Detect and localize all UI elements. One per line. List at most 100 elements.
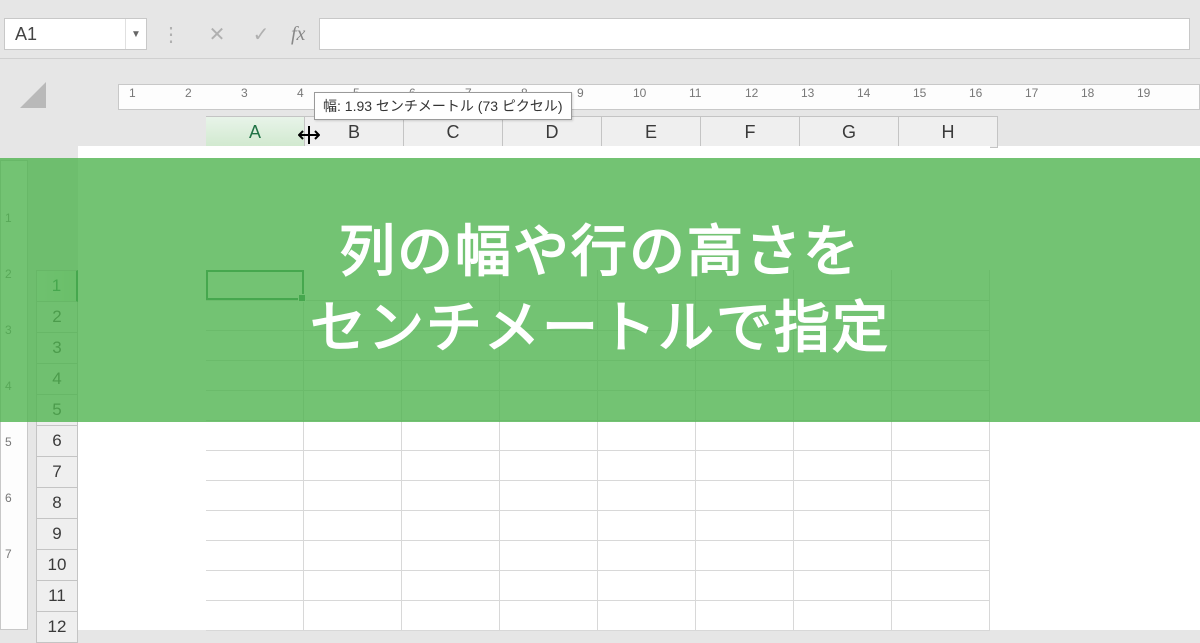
horizontal-ruler[interactable]: 12345678910111213141516171819	[118, 84, 1200, 110]
overlay-line-1: 列の幅や行の高さを	[339, 214, 861, 290]
cell[interactable]	[696, 510, 794, 541]
cell[interactable]	[206, 540, 304, 571]
cell[interactable]	[598, 450, 696, 481]
cell[interactable]	[598, 600, 696, 631]
cell[interactable]	[892, 510, 990, 541]
cell[interactable]	[794, 570, 892, 601]
cell[interactable]	[304, 510, 402, 541]
cell[interactable]	[206, 600, 304, 631]
column-header-e[interactable]: E	[602, 116, 701, 148]
cancel-icon[interactable]: ✕	[205, 22, 229, 47]
cell[interactable]	[304, 540, 402, 571]
cell[interactable]	[500, 600, 598, 631]
cell[interactable]	[598, 480, 696, 511]
cell[interactable]	[304, 420, 402, 451]
cell[interactable]	[206, 480, 304, 511]
cell[interactable]	[206, 510, 304, 541]
cell[interactable]	[304, 480, 402, 511]
column-header-a[interactable]: A	[206, 116, 305, 149]
ruler-tick: 13	[801, 86, 814, 100]
cell[interactable]	[598, 570, 696, 601]
cell[interactable]	[696, 570, 794, 601]
overlay-line-2: センチメートルで指定	[310, 290, 890, 366]
cell[interactable]	[794, 420, 892, 451]
cell[interactable]	[402, 600, 500, 631]
column-header-h[interactable]: H	[899, 116, 998, 148]
column-header-d[interactable]: D	[503, 116, 602, 148]
cell[interactable]	[500, 450, 598, 481]
cell[interactable]	[696, 600, 794, 631]
ruler-tick: 1	[129, 86, 136, 100]
cell[interactable]	[892, 540, 990, 571]
ruler-tick: 15	[913, 86, 926, 100]
column-headers: ABCDEFGH	[206, 116, 998, 146]
ruler-tick: 19	[1137, 86, 1150, 100]
select-all-triangle[interactable]	[20, 82, 46, 108]
row-header-7[interactable]: 7	[36, 457, 78, 488]
column-header-c[interactable]: C	[404, 116, 503, 148]
cell[interactable]	[206, 450, 304, 481]
cell[interactable]	[500, 570, 598, 601]
cell[interactable]	[500, 540, 598, 571]
cell[interactable]	[598, 420, 696, 451]
cell[interactable]	[598, 540, 696, 571]
ruler-tick: 18	[1081, 86, 1094, 100]
cell[interactable]	[892, 570, 990, 601]
grid-row	[206, 510, 990, 540]
row-header-6[interactable]: 6	[36, 426, 78, 457]
cell[interactable]	[696, 420, 794, 451]
cell[interactable]	[304, 450, 402, 481]
ruler-tick: 6	[5, 491, 12, 505]
column-header-g[interactable]: G	[800, 116, 899, 148]
cell[interactable]	[892, 600, 990, 631]
cell[interactable]	[892, 480, 990, 511]
ruler-tick: 12	[745, 86, 758, 100]
cell[interactable]	[794, 540, 892, 571]
cell[interactable]	[402, 570, 500, 601]
ruler-tick: 16	[969, 86, 982, 100]
cell[interactable]	[794, 600, 892, 631]
cell[interactable]	[402, 420, 500, 451]
cell[interactable]	[794, 480, 892, 511]
cell[interactable]	[402, 540, 500, 571]
cell[interactable]	[892, 450, 990, 481]
cell[interactable]	[696, 540, 794, 571]
cell[interactable]	[500, 420, 598, 451]
name-box-dropdown[interactable]: ▼	[125, 19, 146, 49]
column-header-f[interactable]: F	[701, 116, 800, 148]
cell[interactable]	[402, 480, 500, 511]
cell[interactable]	[794, 450, 892, 481]
cell[interactable]	[304, 600, 402, 631]
column-header-b[interactable]: B	[305, 116, 404, 148]
cell[interactable]	[696, 480, 794, 511]
cell[interactable]	[402, 450, 500, 481]
cell[interactable]	[206, 570, 304, 601]
cell[interactable]	[206, 420, 304, 451]
fx-icon[interactable]: fx	[291, 23, 305, 46]
ruler-tick: 5	[5, 435, 12, 449]
row-header-8[interactable]: 8	[36, 488, 78, 519]
cell[interactable]	[892, 420, 990, 451]
row-header-11[interactable]: 11	[36, 581, 78, 612]
cell[interactable]	[500, 510, 598, 541]
row-header-10[interactable]: 10	[36, 550, 78, 581]
cell[interactable]	[402, 510, 500, 541]
row-header-12[interactable]: 12	[36, 612, 78, 643]
enter-icon[interactable]: ✓	[249, 22, 273, 47]
title-overlay: 列の幅や行の高さを センチメートルで指定	[0, 158, 1200, 422]
ruler-tick: 10	[633, 86, 646, 100]
grid-row	[206, 600, 990, 630]
cell[interactable]	[794, 510, 892, 541]
ruler-tick: 14	[857, 86, 870, 100]
cell[interactable]	[304, 570, 402, 601]
formula-input[interactable]	[319, 18, 1190, 50]
row-header-9[interactable]: 9	[36, 519, 78, 550]
cell[interactable]	[696, 450, 794, 481]
column-width-tooltip: 幅: 1.93 センチメートル (73 ピクセル)	[314, 92, 572, 120]
name-box[interactable]: A1	[5, 21, 125, 48]
cell[interactable]	[598, 510, 696, 541]
grid-row	[206, 480, 990, 510]
ruler-tick: 4	[297, 86, 304, 100]
cell[interactable]	[500, 480, 598, 511]
ruler-tick: 3	[241, 86, 248, 100]
